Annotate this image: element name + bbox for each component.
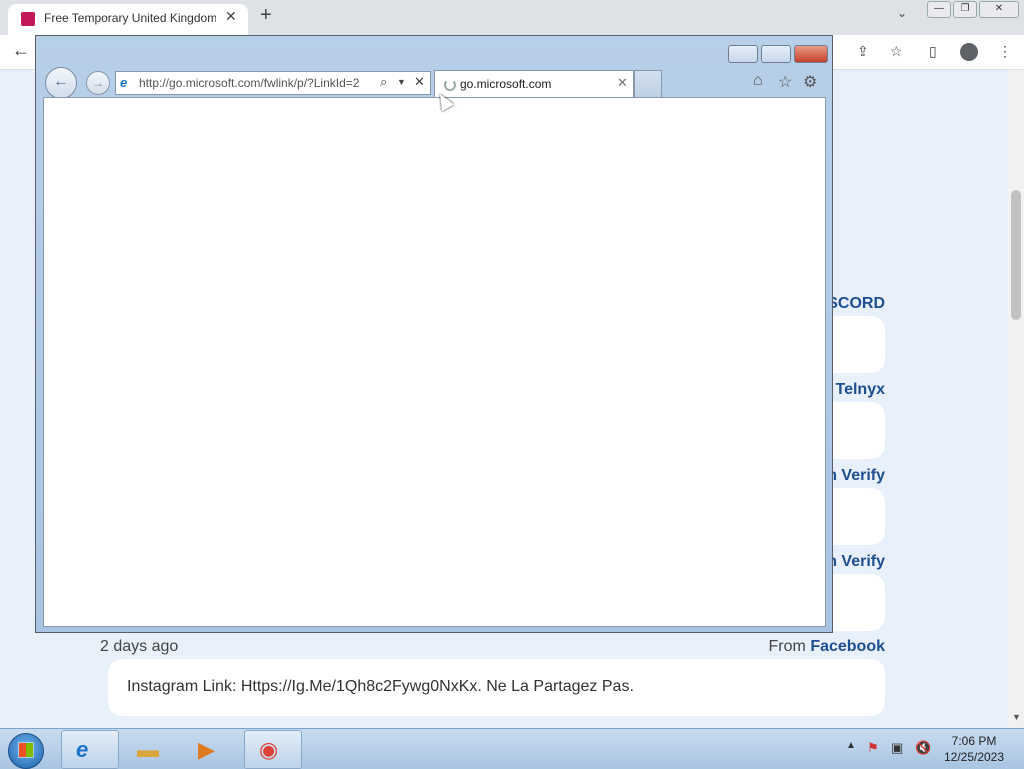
message-from: From Facebook — [769, 638, 885, 656]
new-tab-button[interactable]: + — [260, 4, 272, 27]
ie-tab[interactable]: go.microsoft.com ✕ — [434, 70, 634, 97]
tab-search-icon[interactable]: ⌄ — [897, 6, 907, 20]
tab-close-icon[interactable]: ✕ — [225, 8, 237, 25]
ie-address-bar[interactable]: e http://go.microsoft.com/fwlink/p/?Link… — [115, 71, 431, 95]
menu-kebab-icon[interactable]: ⋮ — [998, 43, 1012, 60]
action-center-icon[interactable]: ⚑ — [867, 740, 879, 756]
source-label: n Verify — [827, 467, 885, 484]
tools-gear-icon[interactable]: ⚙ — [803, 72, 817, 92]
ie-tab-close-icon[interactable]: ✕ — [617, 75, 628, 91]
profile-avatar-icon[interactable] — [960, 43, 978, 61]
ie-minimize-button[interactable] — [728, 45, 758, 63]
chrome-tab-strip: Free Temporary United Kingdom ✕ + ⌄ — ❐ … — [0, 0, 1024, 35]
tab-title: Free Temporary United Kingdom — [44, 11, 216, 25]
network-icon[interactable]: ▣ — [891, 740, 903, 756]
ie-maximize-button[interactable] — [761, 45, 791, 63]
back-arrow-icon[interactable]: ← — [12, 40, 30, 61]
ie-icon: e — [76, 737, 89, 762]
media-player-icon: ▶ — [198, 737, 215, 762]
taskbar-explorer-button[interactable]: ▬ — [122, 730, 180, 769]
chrome-minimize-button[interactable]: — — [927, 1, 951, 18]
side-panel-icon[interactable]: ▯ — [929, 43, 937, 60]
clock-time: 7:06 PM — [951, 734, 997, 748]
show-hidden-icons-icon[interactable]: ▲ — [846, 740, 856, 751]
taskbar-ie-button[interactable]: e — [61, 730, 119, 769]
ie-forward-button[interactable]: → — [86, 71, 110, 95]
taskbar: e ▬ ▶ ◉ ▲ ⚑ ▣ 🔇 7:06 PM 12/25/2023 — [0, 728, 1024, 769]
ie-new-tab-button[interactable] — [634, 70, 662, 97]
message-time: 2 days ago — [100, 638, 179, 655]
ie-url-text: http://go.microsoft.com/fwlink/p/?LinkId… — [139, 76, 360, 90]
message-card: Instagram Link: Https://Ig.Me/1Qh8c2Fywg… — [108, 659, 885, 716]
from-source[interactable]: Facebook — [810, 638, 885, 655]
chrome-restore-button[interactable]: ❐ — [953, 1, 977, 18]
dropdown-icon[interactable]: ▼ — [397, 77, 406, 87]
stop-icon[interactable]: ✕ — [414, 74, 425, 90]
chrome-tab[interactable]: Free Temporary United Kingdom ✕ — [8, 4, 248, 35]
chrome-icon: ◉ — [259, 737, 279, 762]
bookmark-star-icon[interactable]: ☆ — [890, 43, 903, 60]
ie-window: ← → e http://go.microsoft.com/fwlink/p/?… — [35, 35, 833, 633]
source-label: Telnyx — [835, 381, 886, 398]
message-text: Instagram Link: Https://Ig.Me/1Qh8c2Fywg… — [127, 678, 634, 695]
chrome-close-button[interactable]: ✕ — [979, 1, 1019, 18]
clock-date: 12/25/2023 — [943, 750, 1005, 764]
clock[interactable]: 7:06 PM 12/25/2023 — [938, 733, 1010, 765]
site-favicon-icon — [21, 12, 35, 26]
search-icon[interactable]: ⌕ — [380, 74, 387, 90]
source-label: SCORD — [827, 295, 885, 312]
home-icon[interactable]: ⌂ — [753, 72, 763, 90]
taskbar-chrome-button[interactable]: ◉ — [244, 730, 302, 769]
ie-close-button[interactable] — [794, 45, 828, 63]
source-label: n Verify — [827, 553, 885, 570]
ie-content-area[interactable] — [43, 97, 826, 627]
favorites-star-icon[interactable]: ☆ — [778, 72, 792, 92]
windows-logo-icon — [19, 743, 33, 757]
volume-muted-icon[interactable]: 🔇 — [915, 740, 931, 756]
page-scrollbar[interactable]: ▼ — [1008, 70, 1024, 728]
taskbar-media-player-button[interactable]: ▶ — [183, 730, 241, 769]
ie-tab-title: go.microsoft.com — [460, 77, 552, 91]
scroll-down-arrow-icon[interactable]: ▼ — [1012, 712, 1021, 722]
folder-icon: ▬ — [137, 737, 159, 762]
ie-back-button[interactable]: ← — [45, 67, 77, 99]
from-prefix: From — [768, 638, 806, 655]
ie-logo-icon: e — [120, 75, 128, 90]
start-button[interactable] — [8, 733, 44, 769]
scroll-thumb[interactable] — [1011, 190, 1021, 320]
share-icon[interactable]: ⇪ — [857, 43, 869, 60]
